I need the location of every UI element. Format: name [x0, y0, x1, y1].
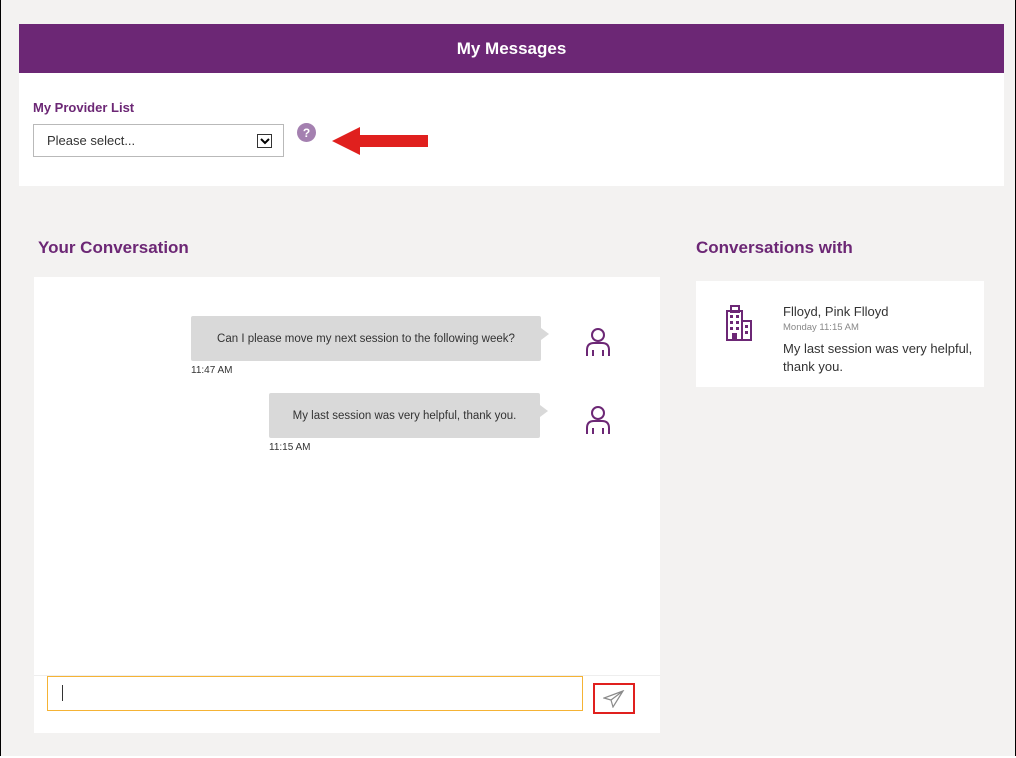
- question-circle-icon[interactable]: ?: [297, 123, 316, 142]
- user-outline-icon: [586, 328, 610, 356]
- message-bubble: My last session was very helpful, thank …: [269, 393, 548, 438]
- building-icon: [726, 305, 752, 341]
- annotation-arrow-icon: [332, 127, 428, 155]
- page-header: My Messages: [19, 24, 1004, 73]
- message-time: 11:15 AM: [269, 442, 311, 453]
- message-text: My last session was very helpful, thank …: [292, 409, 517, 422]
- message-bubble: Can I please move my next session to the…: [191, 316, 549, 361]
- conversation-panel: Can I please move my next session to the…: [34, 277, 660, 733]
- message-input[interactable]: [47, 676, 583, 711]
- message-time: 11:47 AM: [191, 365, 233, 376]
- conversations-with-title: Conversations with: [696, 238, 853, 257]
- provider-select[interactable]: Please select...: [33, 124, 284, 157]
- conversation-list-item[interactable]: Flloyd, Pink Flloyd Monday 11:15 AM My l…: [696, 281, 984, 387]
- page-title: My Messages: [456, 38, 567, 58]
- conversation-preview: My last session was very helpful, thank …: [783, 341, 973, 374]
- provider-panel: My Provider List Please select... ?: [19, 73, 1004, 186]
- chevron-down-icon: [257, 134, 272, 148]
- text-caret: [62, 685, 63, 701]
- conversation-name: Flloyd, Pink Flloyd: [783, 304, 889, 319]
- provider-select-value: Please select...: [47, 133, 136, 148]
- user-outline-icon: [586, 406, 610, 434]
- provider-list-label: My Provider List: [33, 100, 135, 115]
- your-conversation-title: Your Conversation: [38, 238, 189, 257]
- help-glyph: ?: [302, 125, 311, 140]
- conversation-time: Monday 11:15 AM: [783, 322, 859, 333]
- message-text: Can I please move my next session to the…: [217, 332, 515, 345]
- paper-plane-icon: [603, 689, 625, 708]
- send-button[interactable]: [593, 683, 635, 714]
